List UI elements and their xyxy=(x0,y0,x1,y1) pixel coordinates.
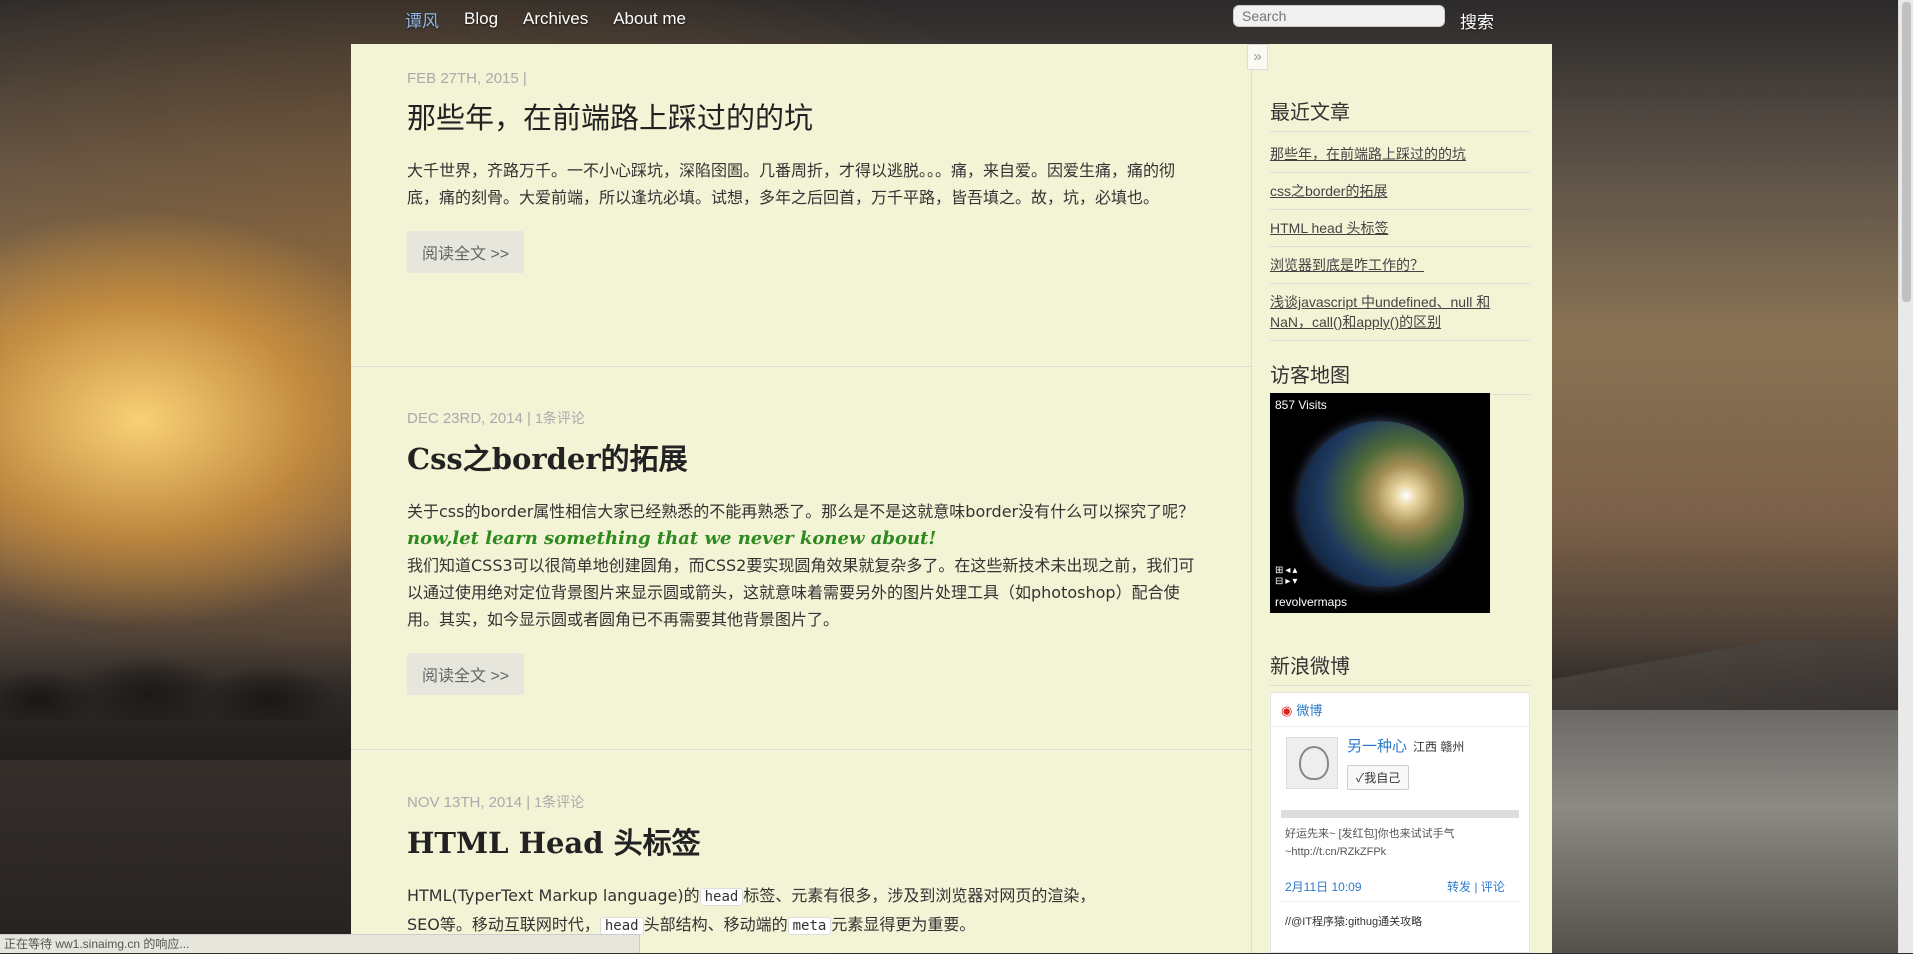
recent-posts-list: 那些年，在前端路上踩过的的坑 css之border的拓展 HTML head 头… xyxy=(1270,136,1530,341)
browser-status-bar: 正在等待 ww1.sinaimg.cn 的响应... xyxy=(0,934,640,953)
weibo-post-text: //@IT程序猿:githug通关攻略 xyxy=(1285,916,1423,928)
weibo-post-time[interactable]: 2月11日 10:09 xyxy=(1285,878,1362,895)
weibo-username[interactable]: 另一种心 xyxy=(1347,735,1407,756)
list-item: HTML head 头标签 xyxy=(1270,210,1530,247)
weibo-header-label: 微博 xyxy=(1296,703,1323,718)
article-date-text: DEC 23RD, 2014 | xyxy=(407,410,531,427)
visitor-map-widget[interactable]: 857 Visits ⊞◂▴ ⊟▸▾ revolvermaps xyxy=(1270,393,1490,613)
top-nav: 谭风 Blog Archives About me xyxy=(405,0,711,38)
recent-post-link[interactable]: 那些年，在前端路上踩过的的坑 xyxy=(1270,146,1466,162)
article-excerpt: 大千世界，齐路万千。一不小心踩坑，深陷囹圄。几番周折，才得以逃脱。。。痛，来自爱… xyxy=(407,157,1197,211)
excerpt-text: 元素显得更为重要。 xyxy=(831,915,976,934)
weibo-actions: 转发 | 评论 xyxy=(1447,880,1505,894)
article-divider xyxy=(351,366,1251,367)
background-trees xyxy=(0,640,360,720)
excerpt-paragraph: HTML(TyperText Markup language)的 head 标签、元… xyxy=(407,882,1197,940)
article-date-text: NOV 13TH, 2014 | xyxy=(407,794,531,811)
nav-link-blog[interactable]: Blog xyxy=(464,9,498,29)
article-title[interactable]: 那些年，在前端路上踩过的的坑 xyxy=(407,95,1197,137)
article-divider xyxy=(351,749,1251,750)
nav-link-about[interactable]: About me xyxy=(613,9,686,29)
recent-post-link[interactable]: HTML head 头标签 xyxy=(1270,220,1389,236)
excerpt-paragraph: 大千世界，齐路万千。一不小心踩坑，深陷囹圄。几番周折，才得以逃脱。。。痛，来自爱… xyxy=(407,161,1176,207)
list-item: 浅谈javascript 中undefined、null 和 NaN，call(… xyxy=(1270,284,1530,341)
article-excerpt: 关于css的border属性相信大家已经熟悉的不能再熟悉了。那么是不是这就意味b… xyxy=(407,498,1197,633)
list-item: css之border的拓展 xyxy=(1270,173,1530,210)
scrollbar-thumb[interactable] xyxy=(1902,2,1911,302)
nav-link-archives[interactable]: Archives xyxy=(523,9,588,29)
search-input[interactable] xyxy=(1233,5,1445,27)
map-controls-icon[interactable]: ⊞◂▴ ⊟▸▾ xyxy=(1275,565,1299,587)
recent-post-link[interactable]: 浅谈javascript 中undefined、null 和 NaN，call(… xyxy=(1270,294,1490,330)
weibo-post-text: 好运先来~ [发红包]你也来试试手气~http://t.cn/RZkZFPk xyxy=(1285,828,1455,858)
weibo-divider xyxy=(1281,810,1519,818)
code-snippet: meta xyxy=(787,917,832,935)
read-more-button[interactable]: 阅读全文 >> xyxy=(407,231,525,273)
excerpt-highlight: now,let learn something that we never ko… xyxy=(407,528,937,549)
main-content: FEB 27TH, 2015 | 那些年，在前端路上踩过的的坑 大千世界，齐路万… xyxy=(351,44,1251,953)
article-date: FEB 27TH, 2015 | xyxy=(407,70,527,87)
weibo-location: 江西 赣州 xyxy=(1413,740,1465,754)
article-1: FEB 27TH, 2015 | 那些年，在前端路上踩过的的坑 大千世界，齐路万… xyxy=(407,70,1197,273)
article-title[interactable]: HTML Head 头标签 xyxy=(407,820,1197,862)
article-excerpt: HTML(TyperText Markup language)的 head 标签、元… xyxy=(407,882,1197,940)
excerpt-paragraph: 关于css的border属性相信大家已经熟悉的不能再熟悉了。那么是不是这就意味b… xyxy=(407,498,1197,552)
weibo-title: 新浪微博 xyxy=(1270,650,1530,686)
collapse-sidebar-button[interactable]: » xyxy=(1247,44,1268,70)
excerpt-text: 标签、元素有很多，涉及到浏览器对网页的渲染， xyxy=(743,886,1096,905)
avatar[interactable] xyxy=(1286,737,1338,789)
excerpt-text: SEO等。移动互联网时代， xyxy=(407,915,600,934)
list-item: 浏览器到底是咋工作的？ xyxy=(1270,247,1530,284)
background-hills xyxy=(1540,640,1913,710)
weibo-widget: ◉ 微博 另一种心 江西 赣州 ✓我自己 好运先来~ [发红包]你也来试试手气~h… xyxy=(1270,692,1530,953)
weibo-logo-icon: ◉ xyxy=(1281,703,1293,718)
article-date: DEC 23RD, 2014 | 1条评论 xyxy=(407,408,1197,428)
globe-icon xyxy=(1298,421,1464,587)
comment-link[interactable]: 评论 xyxy=(1481,880,1505,894)
excerpt-text: 关于css的border属性相信大家已经熟悉的不能再熟悉了。那么是不是这就意味b… xyxy=(407,502,1195,521)
visitor-map-title: 访客地图 xyxy=(1270,359,1530,395)
weibo-separator xyxy=(1281,901,1519,902)
comment-count-link[interactable]: 1条评论 xyxy=(535,410,585,426)
article-title[interactable]: Css之border的拓展 xyxy=(407,436,1197,478)
read-more-button[interactable]: 阅读全文 >> xyxy=(407,653,525,695)
page-scrollbar[interactable] xyxy=(1898,0,1913,953)
recent-posts-title: 最近文章 xyxy=(1270,96,1530,132)
recent-post-link[interactable]: 浏览器到底是咋工作的？ xyxy=(1270,257,1424,273)
repost-link[interactable]: 转发 xyxy=(1447,880,1471,894)
excerpt-paragraph: 我们知道CSS3可以很简单地创建圆角，而CSS2要实现圆角效果就复杂多了。在这些… xyxy=(407,556,1195,629)
code-snippet: head xyxy=(699,888,744,906)
article-date: NOV 13TH, 2014 | 1条评论 xyxy=(407,792,1197,812)
comment-count-link[interactable]: 1条评论 xyxy=(534,794,584,810)
article-3: NOV 13TH, 2014 | 1条评论 HTML Head 头标签 HTML… xyxy=(407,792,1197,940)
search-button[interactable]: 搜索 xyxy=(1460,8,1494,33)
background-sea xyxy=(1550,710,1913,953)
visit-count: 857 Visits xyxy=(1275,398,1327,412)
code-snippet: head xyxy=(599,917,644,935)
excerpt-text: 头部结构、移动端的 xyxy=(643,915,788,934)
follow-button[interactable]: ✓我自己 xyxy=(1347,765,1410,790)
nav-brand-link[interactable]: 谭风 xyxy=(405,7,439,32)
excerpt-text: HTML(TyperText Markup language)的 xyxy=(407,886,700,905)
list-item: 那些年，在前端路上踩过的的坑 xyxy=(1270,136,1530,173)
weibo-header[interactable]: ◉ 微博 xyxy=(1271,693,1529,727)
article-2: DEC 23RD, 2014 | 1条评论 Css之border的拓展 关于cs… xyxy=(407,408,1197,695)
sidebar: 最近文章 那些年，在前端路上踩过的的坑 css之border的拓展 HTML h… xyxy=(1251,44,1552,953)
map-brand[interactable]: revolvermaps xyxy=(1275,595,1347,609)
recent-post-link[interactable]: css之border的拓展 xyxy=(1270,183,1387,199)
